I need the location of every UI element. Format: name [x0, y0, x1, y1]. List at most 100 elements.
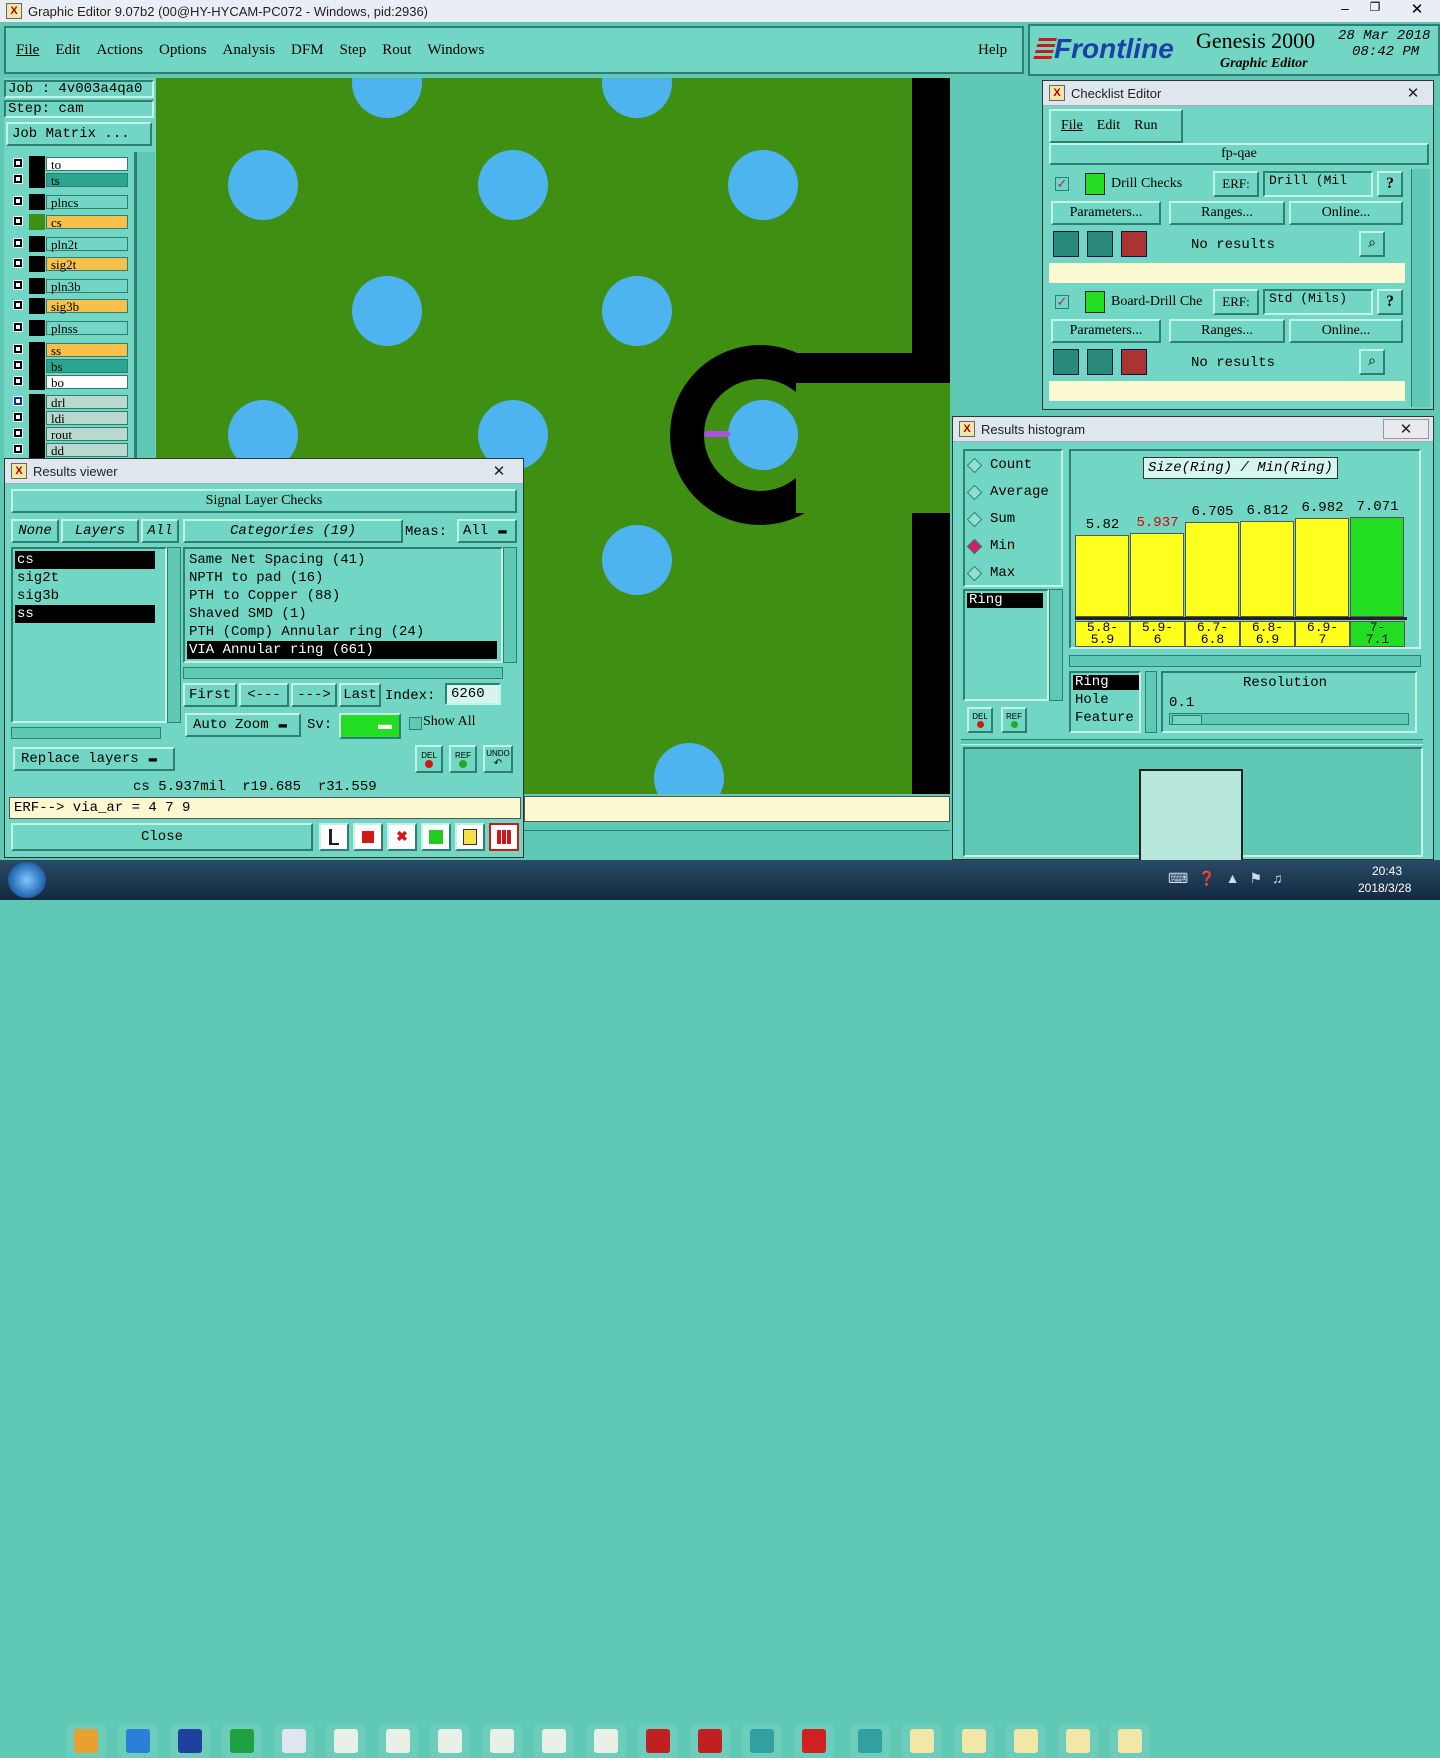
layer-row-plnss[interactable]: plnss — [10, 320, 128, 336]
layer-checkbox[interactable] — [13, 412, 23, 422]
layer-name[interactable]: bo — [46, 375, 128, 390]
first-button[interactable]: First — [183, 683, 237, 707]
checklist-close-icon[interactable]: ✕ — [1393, 83, 1433, 103]
ranges-button[interactable]: Ranges... — [1169, 319, 1285, 343]
ranges-button[interactable]: Ranges... — [1169, 201, 1285, 225]
mode-option-max[interactable]: Max — [966, 563, 1015, 583]
excel-icon-4[interactable] — [482, 1724, 522, 1758]
layer-swatch[interactable] — [29, 298, 45, 314]
layer-checkbox[interactable] — [13, 396, 23, 406]
word-icon[interactable] — [274, 1724, 314, 1758]
via-pad[interactable] — [228, 150, 298, 220]
checklist-menu-file[interactable]: File — [1061, 118, 1083, 134]
none-button[interactable]: None — [11, 519, 59, 543]
shell-icon[interactable] — [66, 1724, 106, 1758]
error-marker[interactable] — [704, 431, 730, 437]
field-feature[interactable]: Feature — [1073, 711, 1134, 726]
layer-name[interactable]: ts — [46, 173, 128, 188]
layer-swatch[interactable] — [29, 214, 45, 230]
del-icon-button[interactable]: DEL — [415, 745, 443, 773]
menu-rout[interactable]: Rout — [382, 42, 411, 59]
categories-button[interactable]: Categories (19) — [183, 519, 403, 543]
radio-icon[interactable] — [966, 457, 983, 473]
histogram-range-cell[interactable]: 5.8- 5.9 — [1075, 621, 1130, 647]
layer-checkbox[interactable] — [13, 344, 23, 354]
layer-swatch[interactable] — [29, 358, 45, 374]
xterm-icon-5[interactable] — [1110, 1724, 1150, 1758]
layer-results-list[interactable]: cs sig2t sig3b ss — [11, 547, 167, 723]
menu-step[interactable]: Step — [340, 42, 367, 59]
layer-checkbox[interactable] — [13, 322, 23, 332]
layer-swatch[interactable] — [29, 374, 45, 390]
histogram-bar[interactable] — [1130, 533, 1184, 617]
xterm-icon-4[interactable] — [1058, 1724, 1098, 1758]
meas-select[interactable]: All ▬ — [457, 519, 517, 543]
layer-row-ts[interactable]: ts — [10, 172, 128, 188]
layer-row-drl[interactable]: drl — [10, 394, 128, 410]
layer-row-bo[interactable]: bo — [10, 374, 128, 390]
attr-list-scrollbar[interactable] — [1049, 589, 1063, 701]
via-pad[interactable] — [352, 276, 422, 346]
stop-icon-button[interactable] — [353, 823, 383, 851]
layer-checkbox[interactable] — [13, 376, 23, 386]
result-layer-item[interactable]: cs — [15, 551, 155, 569]
layer-swatch[interactable] — [29, 236, 45, 252]
via-pad[interactable] — [352, 78, 422, 118]
ref-icon-button[interactable]: REF — [449, 745, 477, 773]
result-layer-item[interactable]: ss — [15, 605, 155, 623]
run-all-icon[interactable] — [1087, 349, 1113, 375]
minimize-button[interactable]: – — [1332, 0, 1358, 20]
ie-icon[interactable] — [118, 1724, 158, 1758]
histogram-range-cell[interactable]: 6.8- 6.9 — [1240, 621, 1295, 647]
histogram-range-cell[interactable]: 6.9- 7 — [1295, 621, 1350, 647]
menu-windows[interactable]: Windows — [427, 42, 484, 59]
attr-list-item[interactable]: Ring — [967, 593, 1043, 608]
layer-row-plncs[interactable]: plncs — [10, 194, 128, 210]
check-enable-checkbox[interactable]: ✓ — [1055, 177, 1069, 191]
excel-icon-3[interactable] — [430, 1724, 470, 1758]
auto-zoom-select[interactable]: Auto Zoom ▬ — [185, 713, 301, 737]
check-help-button[interactable]: ? — [1377, 171, 1403, 197]
layer-results-hscroll[interactable] — [11, 727, 161, 739]
menu-dfm[interactable]: DFM — [291, 42, 324, 59]
parameters-button[interactable]: Parameters... — [1051, 201, 1161, 225]
category-item[interactable]: VIA Annular ring (661) — [187, 641, 497, 659]
xterm-icon-2[interactable] — [954, 1724, 994, 1758]
categories-hscroll[interactable] — [183, 667, 503, 679]
menu-help[interactable]: Help — [978, 42, 1007, 59]
eye-icon-2[interactable] — [850, 1724, 890, 1758]
start-button[interactable] — [8, 862, 46, 898]
field-hole[interactable]: Hole — [1073, 693, 1109, 708]
hist-ref-button[interactable]: REF — [1001, 707, 1027, 733]
histogram-range-cell[interactable]: 7- 7.1 — [1350, 621, 1405, 647]
layer-row-pln2t[interactable]: pln2t — [10, 236, 128, 252]
job-matrix-button[interactable]: Job Matrix ... — [6, 122, 152, 146]
categories-list[interactable]: Same Net Spacing (41) NPTH to pad (16) PTH… — [183, 547, 503, 663]
field-ring[interactable]: Ring — [1073, 675, 1139, 690]
checklist-menu-run[interactable]: Run — [1134, 118, 1157, 134]
resolution-slider-handle[interactable] — [1172, 715, 1202, 725]
run-all-icon[interactable] — [1087, 231, 1113, 257]
layers-button[interactable]: Layers — [61, 519, 139, 543]
run-check-icon[interactable] — [1053, 349, 1079, 375]
layer-name[interactable]: sig3b — [46, 299, 128, 314]
checklist-menu-edit[interactable]: Edit — [1097, 118, 1120, 134]
via-pad[interactable] — [602, 78, 672, 118]
help-tray-icon[interactable]: ❓ — [1198, 870, 1215, 887]
layer-name[interactable]: pln2t — [46, 237, 128, 252]
menu-file[interactable]: File — [16, 42, 39, 59]
layer-checkbox[interactable] — [13, 238, 23, 248]
excel-icon-5[interactable] — [534, 1724, 574, 1758]
erf-value[interactable]: Std (Mils) — [1263, 289, 1373, 315]
layer-swatch[interactable] — [29, 394, 45, 410]
save-icon[interactable] — [170, 1724, 210, 1758]
layer-row-rout[interactable]: rout — [10, 426, 128, 442]
field-list-scrollbar[interactable] — [1145, 671, 1157, 733]
prev-button[interactable]: <--- — [239, 683, 289, 707]
via-pad[interactable] — [602, 276, 672, 346]
delete-icon-button[interactable]: ✖ — [387, 823, 417, 851]
zoom-results-icon[interactable]: ⌕ — [1359, 349, 1385, 375]
layer-name[interactable]: dd — [46, 443, 128, 458]
layer-scrollbar[interactable] — [136, 152, 155, 458]
maximize-button[interactable]: ❐ — [1362, 0, 1388, 20]
